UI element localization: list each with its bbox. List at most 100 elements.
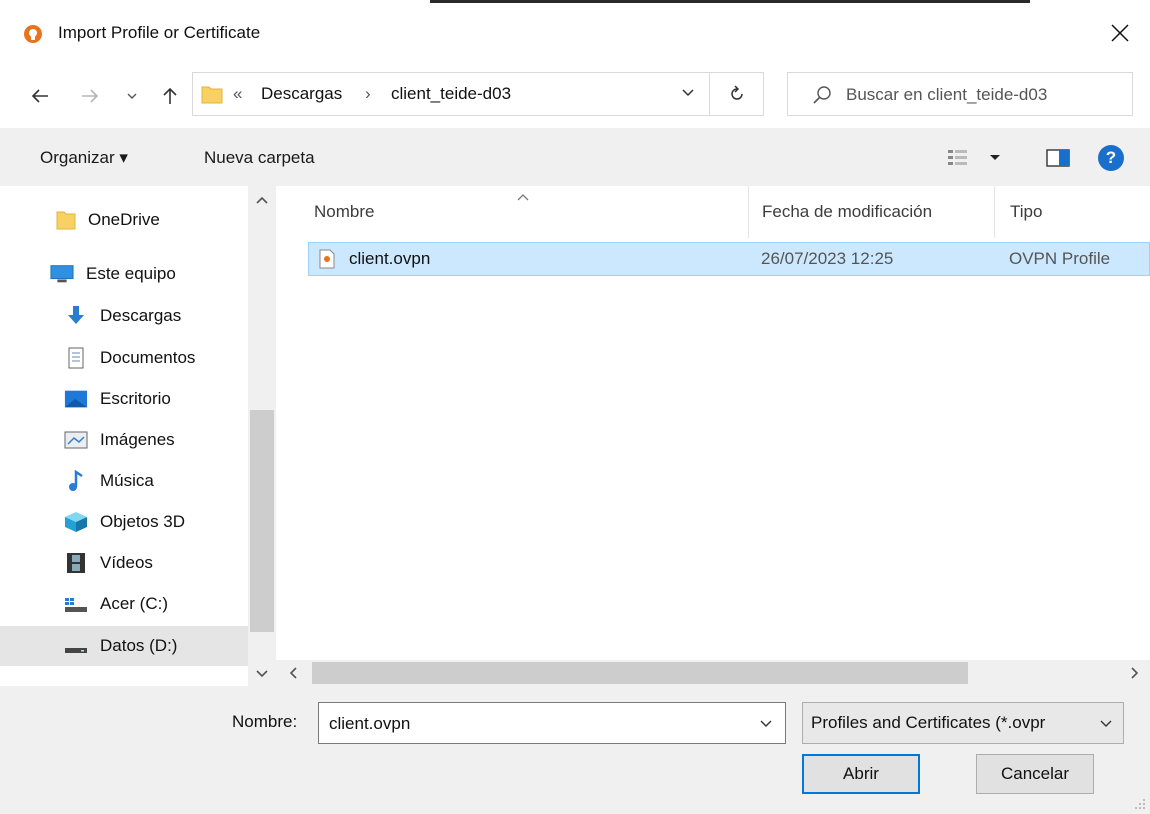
navigation-scrollbar[interactable]	[248, 186, 276, 686]
sidebar-item-label: Música	[100, 471, 154, 490]
pictures-icon	[64, 429, 88, 451]
sidebar-item-onedrive[interactable]: OneDrive	[0, 200, 248, 240]
sidebar-item-label: Descargas	[100, 306, 182, 325]
filename-history-dropdown-icon[interactable]	[759, 719, 773, 729]
file-type-filter-select[interactable]: Profiles and Certificates (*.ovpr	[802, 702, 1124, 744]
forward-arrow-icon	[82, 89, 99, 103]
forward-button[interactable]	[76, 82, 104, 110]
navigation-bar: « Descargas › client_teide-d03	[0, 66, 1150, 128]
search-input[interactable]	[846, 81, 1126, 109]
drive-d-icon	[64, 635, 88, 657]
recent-locations-button[interactable]	[118, 82, 146, 110]
sidebar-item-label: OneDrive	[88, 210, 160, 229]
window-title: Import Profile or Certificate	[58, 23, 261, 42]
sidebar-item-label: Datos (D:)	[100, 636, 178, 655]
breadcrumb-overflow[interactable]: «	[233, 84, 242, 104]
navigation-pane: OneDrive Este equipo Descargas Documento…	[0, 186, 276, 686]
scroll-right-arrow[interactable]	[1122, 660, 1148, 686]
drive-c-icon	[64, 593, 88, 615]
new-folder-button[interactable]: Nueva carpeta	[204, 148, 315, 168]
chevron-left-icon	[289, 667, 297, 679]
refresh-icon	[730, 85, 743, 100]
title-bar: Import Profile or Certificate	[0, 0, 1150, 66]
column-divider[interactable]	[994, 186, 995, 238]
sidebar-item-label: Acer (C:)	[100, 594, 168, 613]
column-header-nombre[interactable]: Nombre	[314, 186, 374, 238]
chevron-down-icon	[127, 93, 137, 99]
file-name: client.ovpn	[349, 249, 431, 268]
file-list-scrollbar[interactable]	[276, 660, 1150, 686]
cancel-button[interactable]: Cancelar	[976, 754, 1094, 794]
scroll-down-arrow[interactable]	[248, 662, 276, 686]
resize-grip-icon[interactable]	[1134, 798, 1146, 810]
sidebar-item-datos-d[interactable]: Datos (D:)	[0, 626, 248, 666]
preview-pane-icon[interactable]	[1046, 149, 1070, 167]
back-button[interactable]	[26, 82, 54, 110]
3d-objects-icon	[64, 511, 88, 533]
folder-icon	[201, 86, 223, 104]
back-arrow-icon	[31, 89, 48, 103]
search-icon	[813, 86, 831, 104]
breadcrumb-separator: ›	[365, 84, 371, 103]
computer-icon	[50, 263, 74, 285]
sidebar-item-acer-c[interactable]: Acer (C:)	[0, 584, 248, 624]
scroll-left-arrow[interactable]	[280, 660, 306, 686]
breadcrumb-client-teide-d03[interactable]: client_teide-d03	[391, 84, 511, 104]
desktop-icon	[64, 388, 88, 410]
organize-menu-button[interactable]: Organizar ▾	[40, 148, 128, 168]
music-icon	[64, 470, 88, 492]
filename-label: Nombre:	[232, 712, 298, 731]
file-modified: 26/07/2023 12:25	[761, 249, 894, 268]
change-view-icon[interactable]	[946, 148, 1006, 168]
sidebar-item-label: Imágenes	[100, 430, 175, 449]
help-icon[interactable]: ?	[1098, 145, 1124, 171]
table-row[interactable]: client.ovpn 26/07/2023 12:25 OVPN Profil…	[308, 242, 1150, 276]
filename-field[interactable]	[318, 702, 786, 744]
open-button[interactable]: Abrir	[802, 754, 920, 794]
sidebar-item-escritorio[interactable]: Escritorio	[0, 379, 248, 419]
chevron-down-icon	[256, 670, 268, 678]
videos-icon	[64, 552, 88, 574]
sidebar-item-objetos-3d[interactable]: Objetos 3D	[0, 502, 248, 542]
window-top-edge	[430, 0, 1030, 3]
ovpn-file-icon	[319, 249, 335, 269]
sidebar-item-videos[interactable]: Vídeos	[0, 543, 248, 583]
dialog-footer: Nombre: Profiles and Certificates (*.ovp…	[0, 686, 1150, 814]
sidebar-item-label: Escritorio	[100, 389, 171, 408]
search-box[interactable]	[787, 72, 1133, 116]
address-bar[interactable]: « Descargas › client_teide-d03	[192, 72, 710, 116]
scrollbar-thumb[interactable]	[250, 410, 274, 632]
browser-body: OneDrive Este equipo Descargas Documento…	[0, 186, 1150, 686]
file-type: OVPN Profile	[1009, 249, 1111, 268]
scroll-up-arrow[interactable]	[248, 188, 276, 212]
sidebar-item-musica[interactable]: Música	[0, 461, 248, 501]
chevron-up-icon	[256, 196, 268, 204]
refresh-button[interactable]	[710, 72, 764, 116]
sidebar-item-label: Documentos	[100, 348, 196, 367]
sort-ascending-icon	[517, 194, 529, 201]
sidebar-item-documentos[interactable]: Documentos	[0, 338, 248, 378]
sidebar-item-imagenes[interactable]: Imágenes	[0, 420, 248, 460]
chevron-right-icon	[1131, 667, 1139, 679]
column-divider[interactable]	[748, 186, 749, 238]
file-type-filter-value: Profiles and Certificates (*.ovpr	[811, 713, 1046, 732]
chevron-down-icon	[1100, 720, 1112, 727]
close-button[interactable]	[1090, 0, 1150, 66]
up-button[interactable]	[156, 82, 184, 110]
address-dropdown-icon[interactable]	[681, 88, 695, 98]
file-open-dialog: Import Profile or Certificate « Descarga…	[0, 0, 1150, 814]
onedrive-folder-icon	[54, 209, 78, 231]
scrollbar-thumb[interactable]	[312, 662, 968, 684]
command-toolbar: Organizar ▾ Nueva carpeta ?	[0, 128, 1150, 186]
column-header-fecha[interactable]: Fecha de modificación	[762, 186, 932, 238]
breadcrumb-descargas[interactable]: Descargas	[261, 84, 342, 104]
filename-input[interactable]	[329, 712, 749, 736]
column-header-tipo[interactable]: Tipo	[1010, 186, 1042, 238]
sidebar-item-descargas[interactable]: Descargas	[0, 296, 248, 336]
close-icon	[1111, 24, 1129, 42]
sidebar-item-label: Objetos 3D	[100, 512, 186, 531]
sidebar-item-label: Este equipo	[86, 264, 176, 283]
downloads-icon	[64, 305, 88, 327]
sidebar-item-este-equipo[interactable]: Este equipo	[0, 254, 248, 294]
sidebar-item-label: Vídeos	[100, 553, 153, 572]
